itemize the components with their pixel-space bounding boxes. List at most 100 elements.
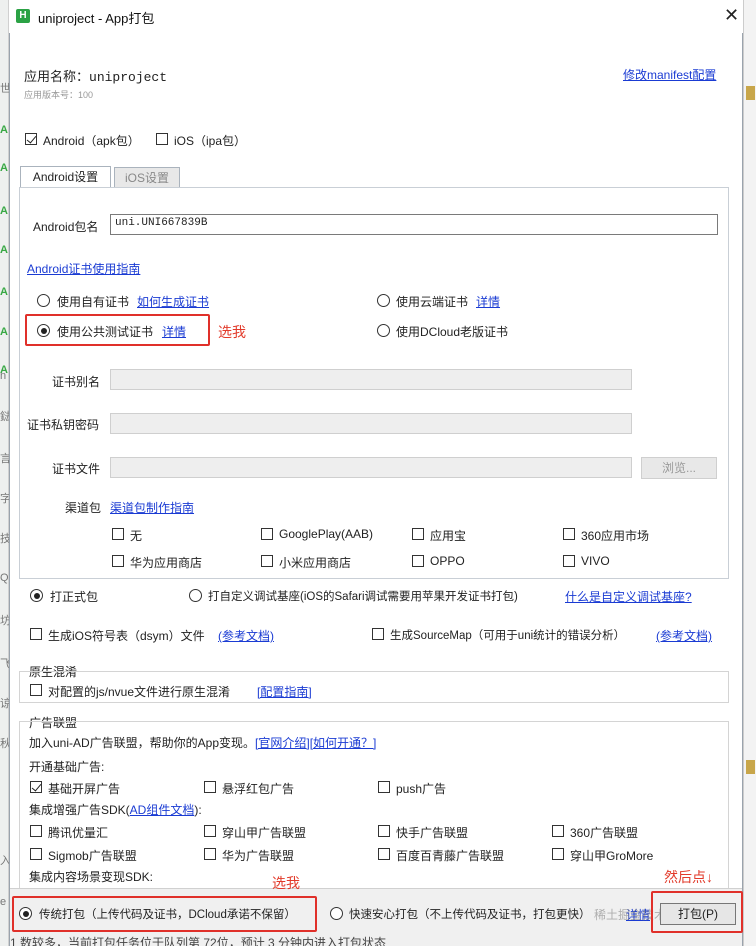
tab-ios-settings[interactable]: iOS设置 [114,167,180,188]
sdk-ad-checkbox-tencent[interactable] [30,825,42,837]
ads-how-to-open-link[interactable]: [如何开通？] [310,736,377,750]
formal-build-radio[interactable] [30,589,43,602]
sdk-ad-label-baidu: 百度百青藤广告联盟 [396,849,505,863]
cert-password-label: 证书私钥密码 [27,418,100,432]
app-version-row: 应用版本号：100 [24,88,93,101]
dcloud-old-cert-radio[interactable] [377,324,390,337]
own-cert-label: 使用自有证书 [57,295,130,309]
push-ad-checkbox[interactable] [378,781,390,793]
sdk-ads-title: 集成增强广告SDK(AD组件文档): [29,801,202,818]
custom-base-help-link[interactable]: 什么是自定义调试基座? [565,588,692,605]
sdk-ad-checkbox-baidu[interactable] [378,848,390,860]
channel-label-vivo: VIVO [581,554,610,568]
hbuilder-logo-icon: H [16,9,30,23]
bg-char: A [0,124,8,136]
channel-label-360: 360应用市场 [581,529,650,543]
dsym-checkbox[interactable] [30,628,42,640]
channel-guide-link[interactable]: 渠道包制作指南 [110,499,194,516]
app-name-label: 应用名称： [24,69,90,84]
obfuscation-guide-link[interactable]: [配置指南] [257,683,312,700]
native-obfuscation-label: 对配置的js/nvue文件进行原生混淆 [48,685,231,699]
ios-platform-checkbox[interactable] [156,133,168,145]
channel-label-yingyongbao: 应用宝 [430,529,467,543]
sdk-ad-label-gromore: 穿山甲GroMore [570,849,654,863]
sourcemap-checkbox[interactable] [372,628,384,640]
bg-char: 技 [0,533,9,545]
channel-checkbox-oppo[interactable] [412,555,424,567]
custom-base-label: 打自定义调试基座(iOS的Safari调试需要用苹果开发证书打包) [208,591,518,603]
bg-char: 言 [0,453,9,465]
cert-password-input[interactable] [110,413,632,434]
ios-platform-label: iOS（ipa包） [174,134,247,148]
package-name-input[interactable]: uni.UNI667839B [110,214,718,235]
native-obfuscation-checkbox[interactable] [30,684,42,696]
channel-label-none: 无 [130,529,143,543]
channel-checkbox-none[interactable] [112,528,124,540]
android-cert-guide-link[interactable]: Android证书使用指南 [27,260,140,277]
bg-char: Q [0,572,9,584]
channel-checkbox-yingyongbao[interactable] [412,528,424,540]
sdk-ad-checkbox-gromore[interactable] [552,848,564,860]
annotation-then-click: 然后点↓ [664,869,713,885]
own-cert-radio[interactable] [37,294,50,307]
bg-char: 坊 [0,615,9,627]
bg-char: A [0,286,8,298]
cert-file-input[interactable] [110,457,632,478]
bg-marker [746,86,755,100]
sdk-ad-checkbox-sigmob[interactable] [30,848,42,860]
bg-char: n [0,370,7,382]
bg-char: 字 [0,493,9,505]
cert-alias-label: 证书别名 [52,375,101,389]
sdk-ad-checkbox-huawei[interactable] [204,848,216,860]
app-name-row: 应用名称：uniproject [24,66,167,85]
annotation-choose-me: 选我 [218,324,246,340]
bg-char: 秋 [0,738,9,750]
safe-pack-radio[interactable] [330,907,343,920]
background-scrollbar [743,0,756,946]
sdk-ad-checkbox-pangle[interactable] [204,825,216,837]
tab-android-settings[interactable]: Android设置 [20,166,111,187]
app-version-label: 应用版本号： [24,90,79,100]
traditional-pack-label: 传统打包（上传代码及证书，DCloud承诺不保留） [39,909,296,921]
close-icon[interactable]: ✕ [724,5,739,26]
sourcemap-docs-link[interactable]: (参考文档) [656,627,712,644]
channel-label: 渠道包 [65,501,102,515]
background-status-text: 1 数较多，当前打包任务位于队列第 72位，预计 3 分钟内进入打包状态 [10,936,387,946]
background-editor-strip: 世 A A A A A A A n 鍅 言 字 技 Q 坊 飞 谅 秋 入 e [0,0,9,946]
ads-website-link[interactable]: [官网介绍] [255,736,310,750]
splash-ad-checkbox[interactable] [30,781,42,793]
traditional-pack-radio[interactable] [19,907,32,920]
cert-alias-input[interactable] [110,369,632,390]
ads-intro-text: 加入uni-AD广告联盟，帮助你的App变现。 [29,736,256,750]
sdk-ad-label-tencent: 腾讯优量汇 [48,826,109,840]
channel-checkbox-xiaomi[interactable] [261,555,273,567]
app-name-value: uniproject [89,70,168,85]
sdk-ad-label-sigmob: Sigmob广告联盟 [48,849,137,863]
content-sdk-title: 集成内容场景变现SDK: [29,870,154,884]
sdk-ad-checkbox-360[interactable] [552,825,564,837]
channel-checkbox-googleplay[interactable] [261,528,273,540]
bg-char: 鍅 [0,411,9,423]
floating-redpacket-ad-checkbox[interactable] [204,781,216,793]
android-platform-checkbox[interactable] [25,133,37,145]
browse-button[interactable]: 浏览... [641,457,717,479]
channel-checkbox-huawei[interactable] [112,555,124,567]
channel-checkbox-vivo[interactable] [563,555,575,567]
channel-checkbox-360[interactable] [563,528,575,540]
channel-label-oppo: OPPO [430,554,465,568]
cloud-cert-details-link[interactable]: 详情 [476,293,500,310]
bg-char: 谅 [0,698,9,710]
how-to-generate-cert-link[interactable]: 如何生成证书 [137,293,209,310]
channel-label-huawei: 华为应用商店 [130,556,203,570]
highlight-box-pack-button [651,891,743,933]
cloud-cert-radio[interactable] [377,294,390,307]
dsym-docs-link[interactable]: (参考文档) [218,627,274,644]
ad-component-docs-link[interactable]: AD组件文档 [130,803,195,817]
custom-base-radio[interactable] [189,589,202,602]
bg-char: A [0,162,8,174]
sdk-ad-checkbox-kuaishou[interactable] [378,825,390,837]
edit-manifest-link[interactable]: 修改manifest配置 [623,66,716,83]
dsym-label: 生成iOS符号表（dsym）文件 [48,629,205,643]
sdk-ad-label-360: 360广告联盟 [570,826,639,840]
annotation-choose-me-bottom: 选我 [272,875,300,891]
